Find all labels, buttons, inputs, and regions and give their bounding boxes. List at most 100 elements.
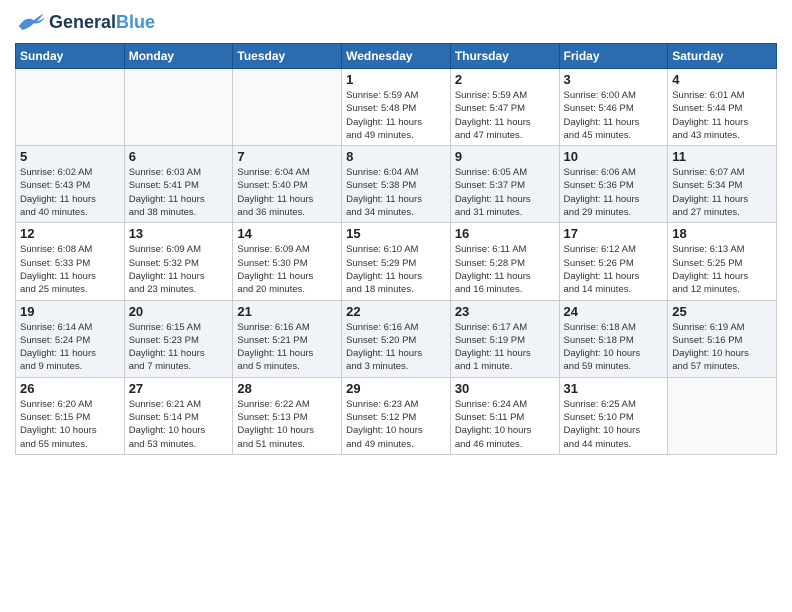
day-info: Sunrise: 5:59 AM Sunset: 5:48 PM Dayligh… (346, 89, 446, 142)
calendar-cell: 3 Sunrise: 6:00 AM Sunset: 5:46 PM Daylig… (559, 69, 668, 146)
weekday-header-saturday: Saturday (668, 44, 777, 69)
day-info: Sunrise: 6:04 AM Sunset: 5:38 PM Dayligh… (346, 166, 446, 219)
day-number: 19 (20, 304, 120, 319)
day-info: Sunrise: 6:16 AM Sunset: 5:21 PM Dayligh… (237, 321, 337, 374)
calendar-cell: 6 Sunrise: 6:03 AM Sunset: 5:41 PM Daylig… (124, 146, 233, 223)
day-number: 28 (237, 381, 337, 396)
day-info: Sunrise: 6:09 AM Sunset: 5:32 PM Dayligh… (129, 243, 229, 296)
day-info: Sunrise: 6:14 AM Sunset: 5:24 PM Dayligh… (20, 321, 120, 374)
day-number: 15 (346, 226, 446, 241)
calendar-cell: 22 Sunrise: 6:16 AM Sunset: 5:20 PM Dayli… (342, 300, 451, 377)
day-info: Sunrise: 6:09 AM Sunset: 5:30 PM Dayligh… (237, 243, 337, 296)
calendar-week-5: 26 Sunrise: 6:20 AM Sunset: 5:15 PM Dayli… (16, 377, 777, 454)
day-number: 23 (455, 304, 555, 319)
calendar-cell: 4Sunrise: 6:01 AM Sunset: 5:44 PM Daylig… (668, 69, 777, 146)
day-info: Sunrise: 6:10 AM Sunset: 5:29 PM Dayligh… (346, 243, 446, 296)
calendar-cell: 17 Sunrise: 6:12 AM Sunset: 5:26 PM Dayli… (559, 223, 668, 300)
day-info: Sunrise: 6:19 AM Sunset: 5:16 PM Dayligh… (672, 321, 772, 374)
calendar-cell: 11Sunrise: 6:07 AM Sunset: 5:34 PM Dayli… (668, 146, 777, 223)
logo: GeneralBlue (15, 10, 155, 35)
calendar-cell: 19 Sunrise: 6:14 AM Sunset: 5:24 PM Dayli… (16, 300, 125, 377)
day-info: Sunrise: 6:18 AM Sunset: 5:18 PM Dayligh… (564, 321, 664, 374)
day-number: 29 (346, 381, 446, 396)
day-info: Sunrise: 6:05 AM Sunset: 5:37 PM Dayligh… (455, 166, 555, 219)
day-number: 13 (129, 226, 229, 241)
day-info: Sunrise: 6:13 AM Sunset: 5:25 PM Dayligh… (672, 243, 772, 296)
day-number: 14 (237, 226, 337, 241)
calendar-cell: 27 Sunrise: 6:21 AM Sunset: 5:14 PM Dayli… (124, 377, 233, 454)
day-info: Sunrise: 6:06 AM Sunset: 5:36 PM Dayligh… (564, 166, 664, 219)
calendar-cell: 15 Sunrise: 6:10 AM Sunset: 5:29 PM Dayli… (342, 223, 451, 300)
calendar-cell: 13 Sunrise: 6:09 AM Sunset: 5:32 PM Dayli… (124, 223, 233, 300)
day-number: 7 (237, 149, 337, 164)
day-number: 20 (129, 304, 229, 319)
calendar-week-3: 12 Sunrise: 6:08 AM Sunset: 5:33 PM Dayli… (16, 223, 777, 300)
weekday-header-sunday: Sunday (16, 44, 125, 69)
calendar-cell: 10 Sunrise: 6:06 AM Sunset: 5:36 PM Dayli… (559, 146, 668, 223)
day-info: Sunrise: 6:20 AM Sunset: 5:15 PM Dayligh… (20, 398, 120, 451)
day-info: Sunrise: 6:21 AM Sunset: 5:14 PM Dayligh… (129, 398, 229, 451)
logo-blue: Blue (116, 12, 155, 32)
calendar-cell: 14 Sunrise: 6:09 AM Sunset: 5:30 PM Dayli… (233, 223, 342, 300)
day-info: Sunrise: 6:23 AM Sunset: 5:12 PM Dayligh… (346, 398, 446, 451)
logo-general: General (49, 12, 116, 32)
day-number: 27 (129, 381, 229, 396)
page-header: GeneralBlue (15, 10, 777, 35)
calendar-cell: 2 Sunrise: 5:59 AM Sunset: 5:47 PM Daylig… (450, 69, 559, 146)
day-info: Sunrise: 6:17 AM Sunset: 5:19 PM Dayligh… (455, 321, 555, 374)
day-number: 31 (564, 381, 664, 396)
day-number: 9 (455, 149, 555, 164)
day-number: 25 (672, 304, 772, 319)
weekday-header-wednesday: Wednesday (342, 44, 451, 69)
day-number: 16 (455, 226, 555, 241)
weekday-header-friday: Friday (559, 44, 668, 69)
day-info: Sunrise: 5:59 AM Sunset: 5:47 PM Dayligh… (455, 89, 555, 142)
day-info: Sunrise: 6:04 AM Sunset: 5:40 PM Dayligh… (237, 166, 337, 219)
day-number: 8 (346, 149, 446, 164)
calendar-table: SundayMondayTuesdayWednesdayThursdayFrid… (15, 43, 777, 455)
calendar-cell (16, 69, 125, 146)
day-info: Sunrise: 6:16 AM Sunset: 5:20 PM Dayligh… (346, 321, 446, 374)
calendar-header-row: SundayMondayTuesdayWednesdayThursdayFrid… (16, 44, 777, 69)
day-number: 1 (346, 72, 446, 87)
calendar-cell: 1 Sunrise: 5:59 AM Sunset: 5:48 PM Daylig… (342, 69, 451, 146)
calendar-cell (124, 69, 233, 146)
calendar-cell: 20Sunrise: 6:15 AM Sunset: 5:23 PM Dayli… (124, 300, 233, 377)
calendar-cell: 31 Sunrise: 6:25 AM Sunset: 5:10 PM Dayli… (559, 377, 668, 454)
day-number: 21 (237, 304, 337, 319)
day-number: 17 (564, 226, 664, 241)
day-number: 18 (672, 226, 772, 241)
calendar-cell: 25 Sunrise: 6:19 AM Sunset: 5:16 PM Dayli… (668, 300, 777, 377)
day-number: 6 (129, 149, 229, 164)
day-info: Sunrise: 6:03 AM Sunset: 5:41 PM Dayligh… (129, 166, 229, 219)
calendar-cell: 8 Sunrise: 6:04 AM Sunset: 5:38 PM Daylig… (342, 146, 451, 223)
calendar-cell: 29 Sunrise: 6:23 AM Sunset: 5:12 PM Dayli… (342, 377, 451, 454)
calendar-cell: 9 Sunrise: 6:05 AM Sunset: 5:37 PM Daylig… (450, 146, 559, 223)
calendar-cell: 12 Sunrise: 6:08 AM Sunset: 5:33 PM Dayli… (16, 223, 125, 300)
day-number: 22 (346, 304, 446, 319)
calendar-cell: 24Sunrise: 6:18 AM Sunset: 5:18 PM Dayli… (559, 300, 668, 377)
day-info: Sunrise: 6:00 AM Sunset: 5:46 PM Dayligh… (564, 89, 664, 142)
day-info: Sunrise: 6:12 AM Sunset: 5:26 PM Dayligh… (564, 243, 664, 296)
day-number: 12 (20, 226, 120, 241)
calendar-cell: 30Sunrise: 6:24 AM Sunset: 5:11 PM Dayli… (450, 377, 559, 454)
calendar-cell: 26 Sunrise: 6:20 AM Sunset: 5:15 PM Dayli… (16, 377, 125, 454)
day-number: 10 (564, 149, 664, 164)
day-number: 5 (20, 149, 120, 164)
day-number: 3 (564, 72, 664, 87)
calendar-cell: 5Sunrise: 6:02 AM Sunset: 5:43 PM Daylig… (16, 146, 125, 223)
day-number: 30 (455, 381, 555, 396)
day-info: Sunrise: 6:25 AM Sunset: 5:10 PM Dayligh… (564, 398, 664, 451)
calendar-cell (668, 377, 777, 454)
day-number: 2 (455, 72, 555, 87)
day-info: Sunrise: 6:01 AM Sunset: 5:44 PM Dayligh… (672, 89, 772, 142)
calendar-cell: 21 Sunrise: 6:16 AM Sunset: 5:21 PM Dayli… (233, 300, 342, 377)
day-info: Sunrise: 6:07 AM Sunset: 5:34 PM Dayligh… (672, 166, 772, 219)
day-info: Sunrise: 6:08 AM Sunset: 5:33 PM Dayligh… (20, 243, 120, 296)
day-info: Sunrise: 6:22 AM Sunset: 5:13 PM Dayligh… (237, 398, 337, 451)
day-number: 26 (20, 381, 120, 396)
calendar-cell: 23 Sunrise: 6:17 AM Sunset: 5:19 PM Dayli… (450, 300, 559, 377)
weekday-header-monday: Monday (124, 44, 233, 69)
page-container: GeneralBlue SundayMondayTuesdayWednesday… (0, 0, 792, 460)
calendar-week-4: 19 Sunrise: 6:14 AM Sunset: 5:24 PM Dayli… (16, 300, 777, 377)
